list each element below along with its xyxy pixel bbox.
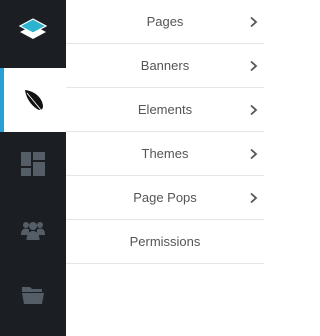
menu-item-page-pops[interactable]: Page Pops [66, 176, 264, 220]
feather-icon [25, 90, 43, 111]
submenu-panel: Pages Banners Elements Themes Page Pops … [66, 0, 264, 266]
menu-item-label: Page Pops [133, 190, 197, 205]
chevron-right-icon [250, 192, 258, 203]
menu-item-elements[interactable]: Elements [66, 88, 264, 132]
chevron-right-icon [250, 148, 258, 159]
menu-item-label: Banners [140, 58, 190, 73]
chevron-right-icon [250, 104, 258, 115]
menu-item-label: Permissions [129, 234, 201, 249]
menu-item-pages[interactable]: Pages [66, 0, 264, 44]
folder-open-icon [22, 287, 44, 304]
menu-item-label: Elements [137, 102, 193, 117]
icon-rail [0, 0, 66, 336]
rail-item-layers[interactable] [0, 0, 66, 64]
rail-item-users[interactable] [0, 198, 66, 262]
rail-item-folder[interactable] [0, 262, 66, 326]
chevron-right-icon [250, 16, 258, 27]
menu-item-label: Themes [141, 146, 189, 161]
chevron-right-icon [250, 60, 258, 71]
menu-item-themes[interactable]: Themes [66, 132, 264, 176]
rail-item-feather[interactable] [0, 68, 66, 132]
menu-item-banners[interactable]: Banners [66, 44, 264, 88]
menu-item-label: Pages [146, 14, 184, 29]
rail-item-dashboard[interactable] [0, 132, 66, 196]
menu-item-permissions[interactable]: Permissions [66, 220, 264, 264]
dashboard-icon [21, 152, 45, 176]
layers-icon [18, 18, 48, 39]
users-icon [21, 222, 45, 240]
